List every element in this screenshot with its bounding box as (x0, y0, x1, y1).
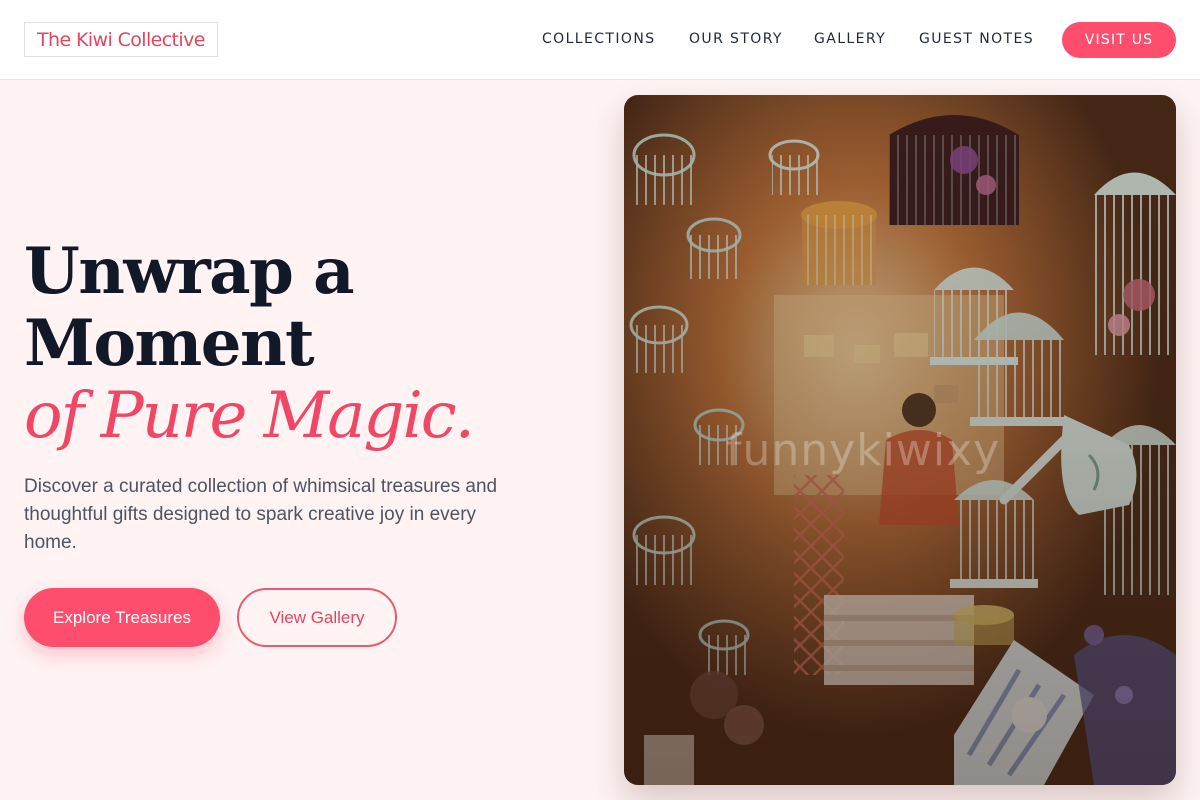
visit-us-button[interactable]: VISIT US (1062, 22, 1176, 58)
view-gallery-button[interactable]: View Gallery (237, 588, 397, 647)
nav-link-guest-notes[interactable]: GUEST NOTES (919, 31, 1034, 47)
image-watermark: funnykiwixy (726, 425, 1001, 476)
nav-link-collections[interactable]: COLLECTIONS (542, 31, 655, 47)
explore-treasures-button[interactable]: Explore Treasures (24, 588, 220, 647)
headline-line-1: Unwrap a (24, 234, 355, 309)
hero-headline: Unwrap a Moment of Pure Magic. (24, 234, 475, 453)
brand-logo[interactable]: The Kiwi Collective (24, 22, 218, 57)
nav-link-gallery[interactable]: GALLERY (814, 31, 886, 47)
nav-link-our-story[interactable]: OUR STORY (689, 31, 783, 47)
headline-accent: of Pure Magic. (24, 379, 475, 453)
site-header: The Kiwi Collective COLLECTIONS OUR STOR… (0, 0, 1200, 80)
hero-description: Discover a curated collection of whimsic… (24, 476, 498, 553)
hero-image: funnykiwixy (624, 95, 1176, 785)
headline-line-2: Moment (24, 306, 315, 381)
